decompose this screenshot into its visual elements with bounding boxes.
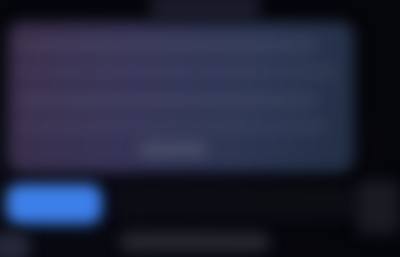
corner-decoration <box>0 232 30 257</box>
secondary-button[interactable] <box>120 232 270 252</box>
panel-hint <box>138 142 208 156</box>
window-title <box>150 0 260 20</box>
app-window <box>0 0 400 257</box>
primary-button[interactable] <box>6 184 102 224</box>
panel-row <box>18 64 338 80</box>
panel-row <box>18 118 328 134</box>
panel-row <box>18 92 318 108</box>
side-control[interactable] <box>356 180 400 234</box>
panel-row <box>18 38 318 54</box>
footer-bar <box>118 186 358 218</box>
